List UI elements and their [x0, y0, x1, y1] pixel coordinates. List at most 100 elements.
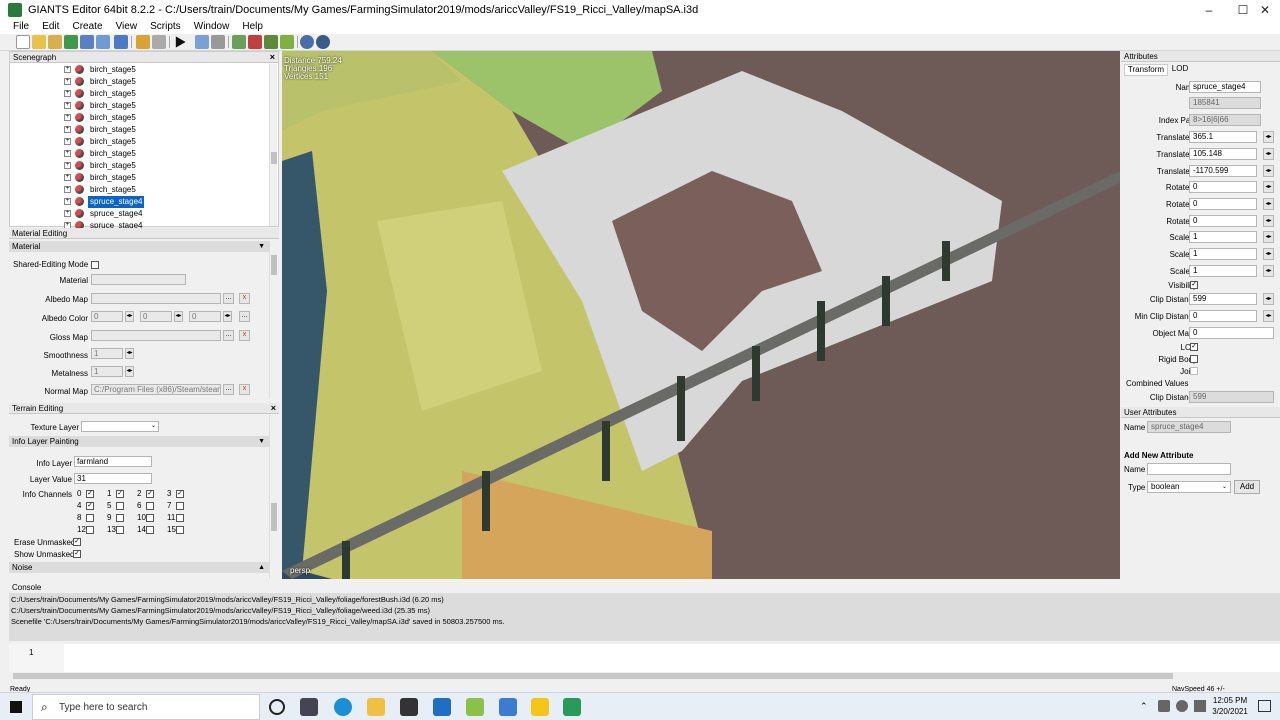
close-icon[interactable]: × [271, 403, 276, 414]
scale-z-field[interactable]: 1 [1189, 265, 1257, 277]
task-view-icon[interactable] [300, 698, 318, 716]
scenegraph-item[interactable]: + birch_stage5 [64, 88, 138, 100]
tray-chevron-icon[interactable]: ⌃ [1140, 701, 1148, 712]
scrollbar-thumb[interactable] [271, 255, 277, 275]
scale-x-field[interactable]: 1 [1189, 231, 1257, 243]
menu-file[interactable]: File [8, 20, 34, 34]
metalness-spinner[interactable]: ◂▸ [125, 366, 134, 377]
brush-icon[interactable] [280, 35, 294, 49]
expand-icon[interactable]: + [64, 78, 71, 86]
redo-icon[interactable] [152, 35, 166, 49]
horizontal-scrollbar[interactable] [9, 672, 1280, 680]
select-icon[interactable] [195, 35, 209, 49]
scenegraph-item[interactable]: + birch_stage5 [64, 76, 138, 88]
clock-time[interactable]: 12:05 PM [1210, 696, 1250, 705]
scenegraph-item[interactable]: + birch_stage5 [64, 124, 138, 136]
menu-help[interactable]: Help [237, 20, 268, 34]
scenegraph-item[interactable]: + birch_stage5 [64, 100, 138, 112]
scrollbar-thumb[interactable] [271, 503, 277, 531]
channel-checkbox[interactable] [86, 514, 94, 522]
scenegraph-item[interactable]: + birch_stage5 [64, 184, 138, 196]
terrain-scrollbar[interactable] [269, 415, 277, 579]
scrollbar-thumb[interactable] [13, 673, 1173, 679]
show-unmasked-checkbox[interactable]: ✓ [73, 550, 81, 558]
info-layer-section-header[interactable]: Info Layer Painting ▼ [9, 436, 269, 447]
texture-layer-select[interactable]: ⌄ [81, 421, 159, 432]
script-editor[interactable]: 1 [9, 644, 1280, 672]
export-icon[interactable] [114, 35, 128, 49]
scrollbar-thumb[interactable] [271, 152, 277, 164]
expand-icon[interactable]: + [64, 198, 71, 206]
scenegraph-item[interactable]: + birch_stage5 [64, 160, 138, 172]
3d-viewport[interactable]: Distance 759.24 Triangles 196 Vertices 1… [282, 51, 1120, 579]
channel-checkbox[interactable] [176, 526, 184, 534]
expand-icon[interactable]: + [64, 102, 71, 110]
scale-y-field[interactable]: 1 [1189, 248, 1257, 260]
search-box[interactable]: ⌕ Type here to search [32, 694, 260, 720]
scenegraph-item[interactable]: + birch_stage5 [64, 112, 138, 124]
channel-checkbox[interactable] [86, 526, 94, 534]
object-mask-field[interactable]: 0 [1189, 327, 1274, 339]
translate-x-spinner[interactable]: ◂▸ [1263, 131, 1274, 143]
expand-icon[interactable]: + [64, 174, 71, 182]
min-clip-distance-field[interactable]: 0 [1189, 310, 1257, 322]
channel-checkbox[interactable] [116, 514, 124, 522]
material-section-header[interactable]: Material ▼ [9, 241, 269, 252]
layer-value-select[interactable]: 31 [74, 473, 152, 484]
giants-editor-taskbar-icon[interactable] [563, 698, 581, 716]
edge-icon[interactable] [334, 698, 352, 716]
expand-icon[interactable]: + [64, 210, 71, 218]
add-attribute-button[interactable]: Add [1234, 480, 1260, 494]
albedo-r-spinner[interactable]: ◂▸ [125, 311, 134, 322]
channel-checkbox[interactable]: ✓ [146, 490, 154, 498]
albedo-g-spinner[interactable]: ◂▸ [174, 311, 183, 322]
save-as-icon[interactable] [96, 35, 110, 49]
expand-icon[interactable]: + [64, 162, 71, 170]
translate-y-spinner[interactable]: ◂▸ [1263, 148, 1274, 160]
scale-z-spinner[interactable]: ◂▸ [1263, 265, 1274, 277]
expand-icon[interactable]: ▲ [258, 562, 265, 573]
reload-icon[interactable] [64, 35, 78, 49]
min-clip-distance-spinner[interactable]: ◂▸ [1263, 310, 1274, 322]
channel-checkbox[interactable]: ✓ [116, 490, 124, 498]
terrain-icon[interactable] [232, 35, 246, 49]
undo-icon[interactable] [136, 35, 150, 49]
erase-unmasked-checkbox[interactable]: ✓ [73, 538, 81, 546]
clip-distance-field[interactable]: 599 [1189, 293, 1257, 305]
rotate-z-field[interactable]: 0 [1189, 215, 1257, 227]
material-scrollbar[interactable] [269, 241, 277, 399]
lod-checkbox[interactable]: ✓ [1190, 343, 1198, 351]
scenegraph-item[interactable]: + birch_stage5 [64, 64, 138, 76]
notifications-icon[interactable] [1258, 700, 1271, 712]
clock-date[interactable]: 3/20/2021 [1206, 707, 1254, 716]
albedo-b-spinner[interactable]: ◂▸ [223, 311, 232, 322]
browse-button[interactable]: ... [223, 293, 234, 304]
paint-icon[interactable] [248, 35, 262, 49]
scenegraph-item[interactable]: + spruce_stage4 [64, 196, 145, 208]
app-icon[interactable] [531, 698, 549, 716]
gear-icon[interactable] [300, 35, 314, 49]
expand-icon[interactable]: + [64, 150, 71, 158]
browse-button[interactable]: ... [223, 330, 234, 341]
browse-button[interactable]: ... [223, 384, 234, 395]
channel-checkbox[interactable] [116, 526, 124, 534]
translate-x-field[interactable]: 365.1 [1189, 131, 1257, 143]
network-icon[interactable] [1158, 700, 1170, 712]
cortana-icon[interactable] [269, 699, 285, 715]
expand-icon[interactable]: + [64, 90, 71, 98]
gloss-map-field[interactable] [91, 330, 221, 341]
translate-z-field[interactable]: -1170.599 [1189, 165, 1257, 177]
wifi-icon[interactable] [1176, 700, 1188, 712]
smoothness-field[interactable]: 1 [91, 348, 123, 359]
channel-checkbox[interactable]: ✓ [86, 502, 94, 510]
foliage-icon[interactable] [264, 35, 278, 49]
close-button[interactable]: ✕ [1250, 0, 1280, 20]
menu-view[interactable]: View [111, 20, 143, 34]
rotate-y-field[interactable]: 0 [1189, 198, 1257, 210]
expand-icon[interactable]: + [64, 114, 71, 122]
albedo-color-g[interactable]: 0 [140, 311, 172, 322]
open-folder-icon[interactable] [32, 35, 46, 49]
channel-checkbox[interactable] [146, 526, 154, 534]
channel-checkbox[interactable] [146, 502, 154, 510]
scale-y-spinner[interactable]: ◂▸ [1263, 248, 1274, 260]
